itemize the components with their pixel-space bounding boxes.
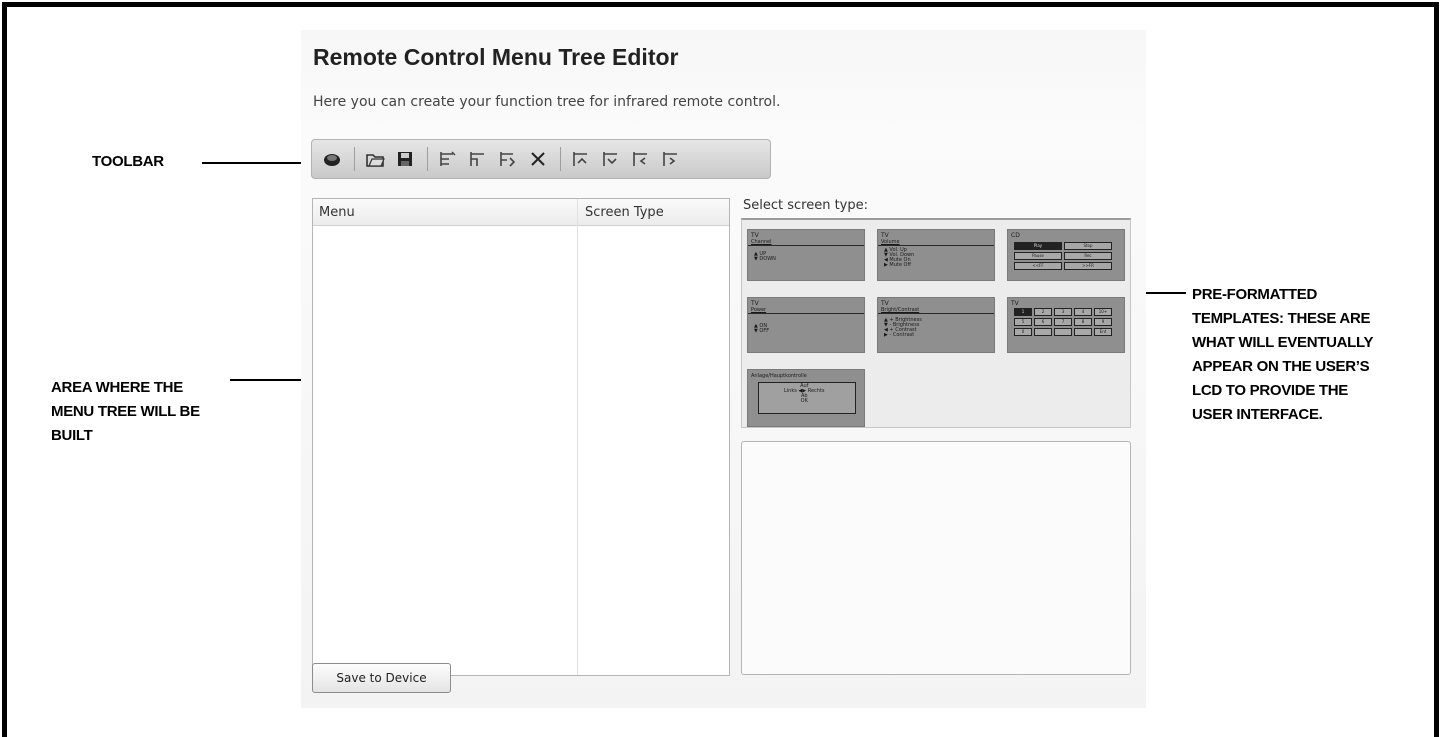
template-tv-channel[interactable]: TV Channel ▲ UP ▼ DOWN: [747, 229, 865, 281]
move-down-button[interactable]: [597, 145, 625, 173]
key: 5: [1014, 318, 1032, 326]
move-left-button[interactable]: [627, 145, 655, 173]
template-tv-power[interactable]: TV Power ▲ ON ▼ OFF: [747, 297, 865, 353]
toolbar-separator: [427, 147, 428, 171]
tree-area-callout-line-1: AREA WHERE THE: [51, 379, 183, 396]
template-tv-volume[interactable]: TV Volume ▲ Vol. Up ▼ Vol. Down ◀ Mute O…: [877, 229, 995, 281]
tree-area-callout-line-2: MENU TREE WILL BE: [51, 403, 200, 420]
key: 2: [1034, 308, 1052, 316]
toolbar-separator: [354, 147, 355, 171]
new-icon: [324, 154, 340, 166]
templates-callout: PRE-FORMATTED TEMPLATES: THESE ARE WHAT …: [1192, 283, 1374, 427]
toolbar-callout: TOOLBAR: [92, 153, 164, 170]
move-right-icon: [663, 152, 677, 166]
cd-ff-button: <<FF: [1014, 262, 1062, 270]
template-lines: ▲ ON ▼ OFF: [754, 323, 770, 334]
page-title: Remote Control Menu Tree Editor: [313, 44, 679, 70]
template-rule: [748, 313, 864, 314]
delete-icon: [531, 152, 545, 166]
keypad-grid: 1 2 3 4 10+ 5 6 7 8 9 0 Ent: [1014, 308, 1112, 336]
key: 9: [1094, 318, 1112, 326]
key: 7: [1054, 318, 1072, 326]
cd-stop-button: Stop: [1064, 242, 1112, 250]
templates-callout-line-1: PRE-FORMATTED: [1192, 286, 1317, 303]
page-subtitle: Here you can create your function tree f…: [313, 94, 781, 110]
cd-button-grid: Play Stop Pause Rec <<FF >>FR: [1014, 242, 1112, 270]
key: 4: [1074, 308, 1092, 316]
templates-callout-line-2: TEMPLATES: THESE ARE: [1192, 310, 1371, 327]
templates-callout-line-3: WHAT WILL EVENTUALLY: [1192, 334, 1374, 351]
template-rule: [748, 245, 864, 246]
key: [1054, 328, 1072, 336]
column-divider: [577, 199, 578, 675]
insert-menu-button[interactable]: [434, 145, 462, 173]
move-up-button[interactable]: [567, 145, 595, 173]
tree-area-callout: AREA WHERE THE MENU TREE WILL BE BUILT: [51, 376, 200, 448]
template-lines: Auf Links ◀▶ Rechts Ab OK: [784, 383, 825, 404]
template-rule: [878, 245, 994, 246]
cd-play-button: Play: [1014, 242, 1062, 250]
toolbar-callout-line: [202, 162, 306, 164]
move-up-icon: [573, 152, 587, 166]
templates-callout-line-6: USER INTERFACE.: [1192, 406, 1323, 423]
toolbar: [311, 139, 771, 179]
key: 8: [1074, 318, 1092, 326]
key: 10+: [1094, 308, 1112, 316]
templates-callout-line-4: APPEAR ON THE USER’S: [1192, 358, 1370, 375]
save-button[interactable]: [391, 145, 419, 173]
key: 6: [1034, 318, 1052, 326]
delete-button[interactable]: [524, 145, 552, 173]
template-panel: TV Channel ▲ UP ▼ DOWN TV Volume ▲ Vol. …: [741, 218, 1131, 428]
template-rule: [878, 313, 994, 314]
templates-callout-line-5: LCD TO PROVIDE THE: [1192, 382, 1349, 399]
tree-area-callout-line-3: BUILT: [51, 427, 93, 444]
save-to-device-button[interactable]: Save to Device: [312, 663, 451, 693]
template-lines: ▲ + Brightness ▼ - Brightness ◀ + Contra…: [884, 317, 922, 338]
insert-submenu-button[interactable]: [464, 145, 492, 173]
move-down-icon: [603, 152, 617, 166]
select-screen-type-label: Select screen type:: [743, 198, 869, 213]
save-disk-icon: [398, 152, 412, 166]
template-lines: ▲ Vol. Up ▼ Vol. Down ◀ Mute On ▶ Mute O…: [884, 247, 915, 268]
template-title: TV: [1011, 300, 1019, 307]
cd-pause-button: Pause: [1014, 252, 1062, 260]
insert-submenu-icon: [470, 152, 484, 166]
key: Ent: [1094, 328, 1112, 336]
template-cd[interactable]: CD Play Stop Pause Rec <<FF >>FR: [1007, 229, 1125, 281]
move-left-icon: [633, 152, 647, 166]
insert-item-button[interactable]: [494, 145, 522, 173]
key: 1: [1014, 308, 1032, 316]
open-button[interactable]: [361, 145, 389, 173]
menu-tree-header: Menu Screen Type: [313, 199, 729, 226]
screen-preview-panel: [741, 441, 1131, 675]
column-header-menu[interactable]: Menu: [319, 205, 355, 220]
template-lines: ▲ UP ▼ DOWN: [754, 251, 776, 262]
cd-rec-button: Rec: [1064, 252, 1112, 260]
column-header-screen-type[interactable]: Screen Type: [585, 205, 664, 220]
key: 0: [1014, 328, 1032, 336]
move-right-button[interactable]: [657, 145, 685, 173]
template-navigation[interactable]: Anlage/Hauptkontrolle Auf Links ◀▶ Recht…: [747, 369, 865, 427]
open-folder-icon: [366, 154, 385, 167]
template-tv-keypad[interactable]: TV 1 2 3 4 10+ 5 6 7 8 9 0 Ent: [1007, 297, 1125, 353]
template-title: Anlage/Hauptkontrolle: [751, 373, 807, 379]
menu-tree-panel[interactable]: Menu Screen Type: [312, 198, 730, 676]
key: [1034, 328, 1052, 336]
key: 3: [1054, 308, 1072, 316]
key: [1074, 328, 1092, 336]
insert-item-icon: [500, 152, 516, 167]
template-title: CD: [1011, 232, 1020, 239]
insert-menu-icon: [440, 151, 456, 166]
new-button[interactable]: [318, 145, 346, 173]
editor-window: Remote Control Menu Tree Editor Here you…: [301, 30, 1146, 708]
template-tv-bright-contrast[interactable]: TV Bright/Contrast ▲ + Brightness ▼ - Br…: [877, 297, 995, 353]
cd-fr-button: >>FR: [1064, 262, 1112, 270]
toolbar-separator: [560, 147, 561, 171]
